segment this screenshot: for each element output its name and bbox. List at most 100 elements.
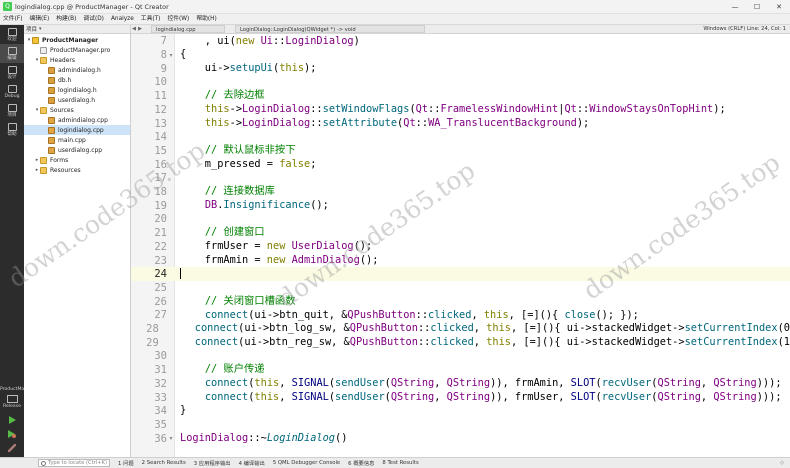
- code-line[interactable]: 22 frmUser = new UserDialog();: [131, 240, 790, 254]
- tab-search-results[interactable]: 2 Search Results: [142, 460, 186, 466]
- code-line[interactable]: 17: [131, 172, 790, 186]
- line-number: 16: [154, 158, 167, 171]
- project-panel-header[interactable]: 项目 ▾: [24, 25, 130, 34]
- code-editor[interactable]: 7 , ui(new Ui::LoginDialog) 8 ▾ {9 ui->setu…: [131, 34, 790, 457]
- forward-arrow-icon[interactable]: ▶: [137, 26, 143, 32]
- output-pane-bar: Type to locate (Ctrl+K) 1 问题 2 Search Re…: [0, 457, 790, 468]
- line-number: 18: [154, 186, 167, 199]
- tree-item[interactable]: ▾ ProductManager: [24, 35, 130, 45]
- progress-toggle-icon[interactable]: ◇: [780, 460, 784, 466]
- code-line[interactable]: 31 // 账户传递: [131, 363, 790, 377]
- code-line[interactable]: 7 , ui(new Ui::LoginDialog): [131, 35, 790, 49]
- tree-item[interactable]: userdialog.h: [24, 95, 130, 105]
- tab-general-messages[interactable]: 6 概要信息: [348, 459, 374, 467]
- code-line[interactable]: 13 this->LoginDialog::setAttribute(Qt::W…: [131, 117, 790, 131]
- fold-marker-icon[interactable]: ▾: [167, 435, 175, 442]
- code-line[interactable]: 21 // 创建窗口: [131, 226, 790, 240]
- cursor-position-info[interactable]: Windows (CRLF) Line: 24, Col: 1: [703, 26, 790, 32]
- tab-application-output[interactable]: 3 应用程序输出: [194, 459, 231, 467]
- code-line[interactable]: 26 // 关闭窗口槽函数: [131, 295, 790, 309]
- mode-projects[interactable]: 项目: [0, 101, 24, 120]
- tree-item[interactable]: ▾ Sources: [24, 105, 130, 115]
- kit-target-label: ProductManager: [0, 387, 38, 392]
- file-icon: [40, 46, 47, 54]
- tree-item[interactable]: userdialog.cpp: [24, 145, 130, 155]
- menu-file[interactable]: 文件(F): [3, 14, 22, 25]
- code-line[interactable]: 25: [131, 281, 790, 295]
- line-number: 36: [154, 432, 167, 445]
- minimize-button[interactable]: —: [724, 0, 746, 14]
- code-line[interactable]: 8 ▾ {: [131, 48, 790, 62]
- code-line[interactable]: 32 connect(this, SIGNAL(sendUser(QString…: [131, 377, 790, 391]
- code-text: // 默认鼠标非按下: [204, 144, 296, 157]
- code-line[interactable]: 9 ui->setupUi(this);: [131, 62, 790, 76]
- code-line[interactable]: 18 // 连接数据库: [131, 185, 790, 199]
- code-text: connect(ui->btn_quit, &QPushButton::clic…: [204, 308, 639, 321]
- open-document-selector[interactable]: logindialog.cpp: [151, 25, 225, 33]
- code-line[interactable]: 10: [131, 76, 790, 90]
- menu-help[interactable]: 帮助(H): [196, 14, 216, 25]
- code-line[interactable]: 35: [131, 418, 790, 432]
- maximize-button[interactable]: ☐: [746, 0, 768, 14]
- tree-item[interactable]: ▸ Forms: [24, 155, 130, 165]
- tree-item[interactable]: db.h: [24, 75, 130, 85]
- code-line[interactable]: 30: [131, 350, 790, 364]
- fold-marker-icon[interactable]: ▾: [167, 52, 175, 59]
- code-line[interactable]: 15 // 默认鼠标非按下: [131, 144, 790, 158]
- menu-edit[interactable]: 编辑(E): [29, 14, 49, 25]
- menu-analyze[interactable]: Analyze: [111, 14, 134, 25]
- close-button[interactable]: ✕: [768, 0, 790, 14]
- code-line[interactable]: 14: [131, 130, 790, 144]
- menu-tools[interactable]: 工具(T): [141, 14, 161, 25]
- menu-window[interactable]: 控件(W): [167, 14, 189, 25]
- mode-welcome[interactable]: 欢迎: [0, 25, 24, 44]
- code-line[interactable]: 12 this->LoginDialog::setWindowFlags(Qt:…: [131, 103, 790, 117]
- menu-bar: 文件(F) 编辑(E) 构建(B) 调试(D) Analyze 工具(T) 控件…: [0, 14, 790, 25]
- code-text: // 连接数据库: [204, 185, 275, 198]
- tree-item[interactable]: logindialog.cpp: [24, 125, 130, 135]
- chevron-down-icon: ▾: [39, 26, 42, 32]
- code-line[interactable]: 11 // 去除边框: [131, 89, 790, 103]
- folder-icon: [40, 56, 47, 64]
- tab-test-results[interactable]: 8 Test Results: [382, 460, 418, 466]
- tree-item[interactable]: logindialog.h: [24, 85, 130, 95]
- code-text: m_pressed = false;: [180, 157, 317, 170]
- symbol-selector[interactable]: LoginDialog::LoginDialog(QWidget *) -> v…: [235, 25, 425, 33]
- debug-run-icon[interactable]: [8, 430, 16, 438]
- code-line[interactable]: 20: [131, 213, 790, 227]
- code-line[interactable]: 29 connect(ui->btn_reg_sw, &QPushButton:…: [131, 336, 790, 350]
- code-line[interactable]: 36 ▾ LoginDialog::~LoginDialog(): [131, 432, 790, 446]
- mode-design[interactable]: 设计: [0, 63, 24, 82]
- file-icon: [48, 96, 55, 104]
- menu-debug[interactable]: 调试(D): [83, 14, 104, 25]
- code-line[interactable]: 24: [131, 267, 790, 282]
- code-line[interactable]: 16 m_pressed = false;: [131, 158, 790, 172]
- tree-item[interactable]: ▸ Resources: [24, 165, 130, 175]
- code-line[interactable]: 19 DB.Insignificance();: [131, 199, 790, 213]
- code-line[interactable]: 28 connect(ui->btn_log_sw, &QPushButton:…: [131, 322, 790, 336]
- tab-qml-debugger-console[interactable]: 5 QML Debugger Console: [273, 460, 340, 466]
- mode-help[interactable]: 帮助: [0, 120, 24, 139]
- kit-build-label: Release: [3, 404, 21, 409]
- tree-item[interactable]: ProductManager.pro: [24, 45, 130, 55]
- kit-selector[interactable]: ProductManager Release: [0, 387, 38, 452]
- tab-issues[interactable]: 1 问题: [118, 459, 134, 467]
- mode-edit[interactable]: 编辑: [0, 44, 24, 63]
- tree-item[interactable]: main.cpp: [24, 135, 130, 145]
- tree-item[interactable]: admindialog.h: [24, 65, 130, 75]
- code-line[interactable]: 34}: [131, 404, 790, 418]
- tree-item[interactable]: admindialog.cpp: [24, 115, 130, 125]
- tree-item-label: ProductManager.pro: [50, 46, 111, 54]
- code-line[interactable]: 27 connect(ui->btn_quit, &QPushButton::c…: [131, 309, 790, 323]
- file-icon: [48, 136, 55, 144]
- build-hammer-icon[interactable]: [8, 444, 16, 452]
- run-icon[interactable]: [8, 416, 16, 424]
- code-text: {: [180, 48, 187, 61]
- mode-debug[interactable]: Debug: [0, 82, 24, 101]
- menu-build[interactable]: 构建(B): [56, 14, 76, 25]
- code-line[interactable]: 23 frmAmin = new AdminDialog();: [131, 254, 790, 268]
- tab-compile-output[interactable]: 4 编译输出: [239, 459, 265, 467]
- locator-input[interactable]: Type to locate (Ctrl+K): [38, 459, 110, 467]
- tree-item[interactable]: ▾ Headers: [24, 55, 130, 65]
- code-line[interactable]: 33 connect(this, SIGNAL(sendUser(QString…: [131, 391, 790, 405]
